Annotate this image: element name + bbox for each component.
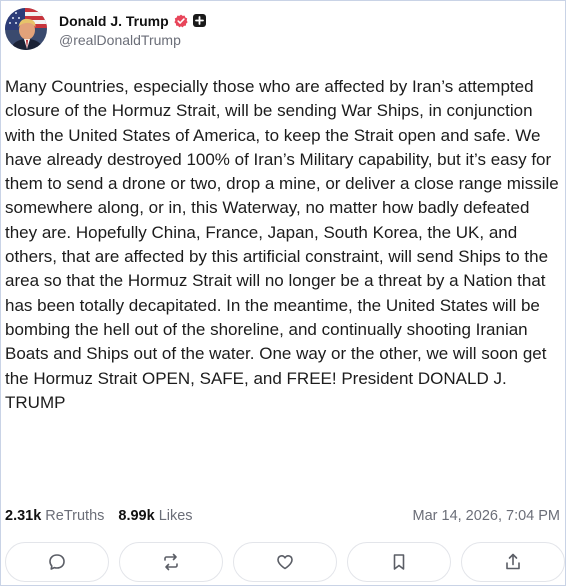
retruths-label[interactable]: ReTruths <box>45 508 104 524</box>
likes-count[interactable]: 8.99k <box>118 508 154 524</box>
likes-label[interactable]: Likes <box>159 508 193 524</box>
post-timestamp[interactable]: Mar 14, 2026, 7:04 PM <box>413 506 561 526</box>
post-card: Donald J. Trump @realDonaldTrump Many Co… <box>0 0 566 586</box>
post-header: Donald J. Trump @realDonaldTrump <box>5 7 206 51</box>
verified-badge-icon <box>174 14 188 28</box>
author-names: Donald J. Trump @realDonaldTrump <box>59 11 206 48</box>
share-button[interactable] <box>461 542 565 582</box>
retruth-button[interactable] <box>119 542 223 582</box>
repost-icon <box>164 553 178 571</box>
avatar-image <box>5 8 47 50</box>
author-handle[interactable]: @realDonaldTrump <box>59 32 206 48</box>
plus-badge-icon <box>192 14 206 27</box>
name-row: Donald J. Trump <box>59 11 206 31</box>
retruths-count[interactable]: 2.31k <box>5 508 41 524</box>
action-bar <box>5 542 565 582</box>
bookmark-icon <box>393 554 405 570</box>
like-button[interactable] <box>233 542 337 582</box>
reply-button[interactable] <box>5 542 109 582</box>
share-icon <box>506 553 520 570</box>
post-stats: 2.31k ReTruths 8.99k Likes <box>5 506 193 526</box>
heart-icon <box>277 555 293 570</box>
post-text: Many Countries, especially those who are… <box>5 77 559 412</box>
avatar[interactable] <box>5 8 47 50</box>
author-display-name[interactable]: Donald J. Trump <box>59 13 169 29</box>
comment-icon <box>49 554 65 570</box>
bookmark-button[interactable] <box>347 542 451 582</box>
